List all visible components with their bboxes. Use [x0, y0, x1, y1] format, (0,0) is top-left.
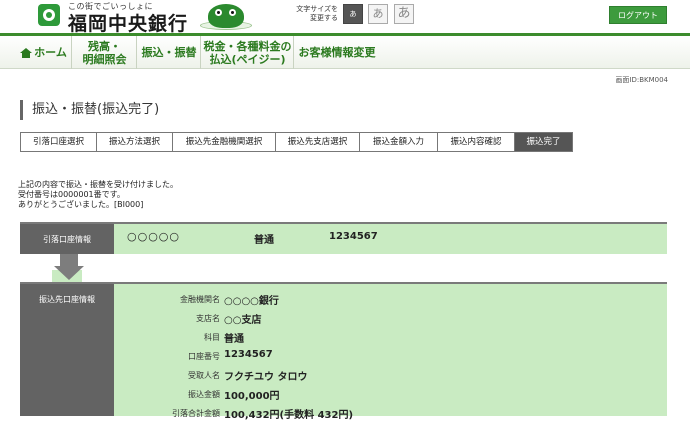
font-size-medium-button[interactable]: あ — [368, 4, 388, 24]
font-size-small-button[interactable]: あ — [343, 4, 363, 24]
from-account-label: 引落口座情報 — [20, 224, 114, 254]
step-4: 振込先支店選択 — [276, 133, 360, 151]
detail-label: 引落合計金額 — [172, 409, 220, 418]
nav-balance-inquiry[interactable]: 残高・ 明細照会 — [73, 36, 137, 69]
detail-row: 金融機関名 ○○○○銀行 — [114, 292, 414, 311]
nav-home[interactable]: ホーム — [16, 36, 72, 69]
detail-row: 引落合計金額 100,432円(手数料 432円) — [114, 406, 414, 422]
detail-label: 受取人名 — [188, 371, 220, 380]
nav-home-label: ホーム — [34, 46, 67, 59]
from-account-number: 1234567 — [329, 231, 378, 242]
global-nav: ホーム 残高・ 明細照会 振込・振替 税金・各種料金の 払込(ペイジー) お客様… — [0, 33, 690, 69]
from-account-body: ○○○○○ 普通 1234567 — [114, 224, 667, 254]
detail-value: ○○○○銀行 — [224, 296, 279, 307]
detail-value: 100,000円 — [224, 391, 280, 402]
detail-label: 支店名 — [196, 314, 220, 323]
turtle-mascot-icon — [200, 2, 252, 30]
screen-id: 画面ID:BKM004 — [615, 76, 668, 84]
detail-value: 100,432円(手数料 432円) — [224, 410, 354, 421]
step-5: 振込金額入力 — [360, 133, 438, 151]
bank-name: 福岡中央銀行 — [68, 13, 189, 35]
to-account-details: 金融機関名 ○○○○銀行 支店名 ○○支店 科目 普通 口座番号 1234567… — [114, 292, 414, 422]
home-icon — [20, 47, 33, 58]
detail-value: 1234567 — [224, 349, 273, 360]
to-account-body: 金融機関名 ○○○○銀行 支店名 ○○支店 科目 普通 口座番号 1234567… — [114, 284, 667, 421]
detail-label: 口座番号 — [188, 352, 220, 361]
detail-row: 支店名 ○○支店 — [114, 311, 414, 330]
font-size-large-button[interactable]: あ — [394, 4, 414, 24]
font-size-label: 文字サイズを 変更する — [296, 5, 338, 22]
step-7-current: 振込完了 — [515, 133, 572, 151]
nav-transfer[interactable]: 振込・振替 — [138, 36, 201, 69]
detail-row: 受取人名 フクチユウ タロウ — [114, 368, 414, 387]
arrow-down-icon — [52, 254, 86, 282]
from-account-name: ○○○○○ — [127, 230, 180, 243]
from-account-section: 引落口座情報 ○○○○○ 普通 1234567 — [20, 222, 667, 254]
bank-logo[interactable]: この街でごいっしょに 福岡中央銀行 — [38, 0, 253, 35]
detail-label: 科目 — [204, 333, 220, 342]
detail-value: ○○支店 — [224, 315, 262, 326]
detail-label: 振込金額 — [188, 390, 220, 399]
step-6: 振込内容確認 — [438, 133, 515, 151]
to-account-section: 振込先口座情報 金融機関名 ○○○○銀行 支店名 ○○支店 科目 普通 口座番号… — [20, 282, 667, 421]
detail-row: 科目 普通 — [114, 330, 414, 349]
step-2: 振込方法選択 — [97, 133, 173, 151]
detail-row: 振込金額 100,000円 — [114, 387, 414, 406]
nav-tax-payment[interactable]: 税金・各種料金の 払込(ペイジー) — [202, 36, 294, 69]
header: この街でごいっしょに 福岡中央銀行 文字サイズを 変更する あ あ あ ログアウ… — [0, 0, 690, 35]
detail-row: 口座番号 1234567 — [114, 349, 414, 368]
detail-value: 普通 — [224, 334, 244, 345]
progress-steps: 引落口座選択 振込方法選択 振込先金融機関選択 振込先支店選択 振込金額入力 振… — [20, 132, 573, 152]
detail-label: 金融機関名 — [180, 295, 220, 304]
to-account-label: 振込先口座情報 — [20, 284, 114, 416]
detail-value: フクチユウ タロウ — [224, 372, 308, 383]
bank-logo-icon — [38, 4, 60, 26]
completion-message: 上記の内容で振込・振替を受け付けました。 受付番号は0000001番です。 あり… — [18, 180, 178, 209]
nav-customer-info[interactable]: お客様情報変更 — [295, 36, 379, 69]
from-account-type: 普通 — [254, 235, 274, 246]
page-title: 振込・振替(振込完了) — [20, 100, 159, 120]
logout-button[interactable]: ログアウト — [609, 6, 667, 24]
step-3: 振込先金融機関選択 — [173, 133, 276, 151]
step-1: 引落口座選択 — [21, 133, 97, 151]
